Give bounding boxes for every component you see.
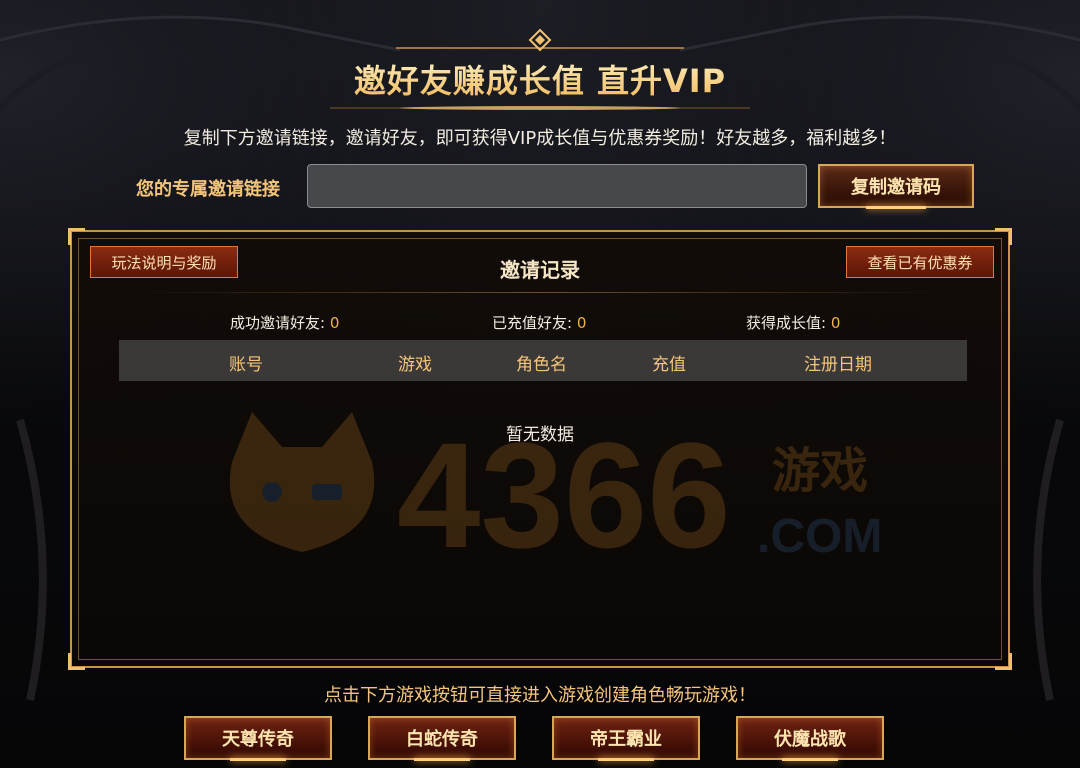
column-header-register-date: 注册日期 <box>804 355 872 375</box>
corner-ornament <box>995 653 1012 670</box>
records-title: 邀请记录 <box>500 258 580 282</box>
title-divider <box>134 292 946 293</box>
empty-state-text: 暂无数据 <box>506 425 574 445</box>
corner-ornament <box>995 228 1012 245</box>
invite-stats: 成功邀请好友: 0 已充值好友: 0 获得成长值: 0 <box>72 312 1008 332</box>
stat-label: 成功邀请好友: <box>230 314 326 332</box>
invite-page: 邀好友赚成长值 直升VIP 复制下方邀请链接，邀请好友，即可获得VIP成长值与优… <box>0 0 1080 768</box>
column-header-recharge: 充值 <box>652 355 686 375</box>
stat-value: 0 <box>830 314 841 332</box>
game-button-fumo[interactable]: 伏魔战歌 <box>736 716 884 760</box>
diamond-ornament-icon <box>528 28 552 52</box>
stat-label: 已充值好友: <box>492 314 573 332</box>
copy-invite-code-button[interactable]: 复制邀请码 <box>818 164 974 208</box>
stat-recharged-friends: 已充值好友: 0 <box>492 312 586 333</box>
stat-invited-friends: 成功邀请好友: 0 <box>230 312 339 333</box>
records-table-header: 账号 游戏 角色名 充值 注册日期 <box>119 340 967 381</box>
stat-growth-value: 获得成长值: 0 <box>746 312 840 333</box>
stat-value: 0 <box>329 314 340 332</box>
game-button-baishe[interactable]: 白蛇传奇 <box>368 716 516 760</box>
column-header-account: 账号 <box>229 355 263 375</box>
stat-value: 0 <box>576 314 587 332</box>
page-subtitle: 复制下方邀请链接，邀请好友，即可获得VIP成长值与优惠券奖励！好友越多，福利越多… <box>183 128 897 149</box>
game-entry-tip: 点击下方游戏按钮可直接进入游戏创建角色畅玩游戏！ <box>324 685 756 706</box>
invite-link-label: 您的专属邀请链接 <box>136 179 280 200</box>
watermark-cn: 游戏 <box>772 443 868 499</box>
page-title: 邀好友赚成长值 直升VIP <box>0 56 1080 102</box>
column-header-game: 游戏 <box>398 355 432 375</box>
corner-ornament <box>68 228 85 245</box>
game-button-tianzun[interactable]: 天尊传奇 <box>184 716 332 760</box>
watermark-domain: .COM <box>757 510 882 563</box>
corner-ornament <box>68 653 85 670</box>
column-header-role: 角色名 <box>516 355 567 375</box>
game-button-diwang[interactable]: 帝王霸业 <box>552 716 700 760</box>
invite-link-input[interactable] <box>307 164 807 208</box>
stat-label: 获得成长值: <box>746 314 827 332</box>
invite-records-panel: 4366 游戏 .COM 玩法说明与奖励 查看已有优惠券 邀请记录 成功邀请好友… <box>68 228 1012 670</box>
